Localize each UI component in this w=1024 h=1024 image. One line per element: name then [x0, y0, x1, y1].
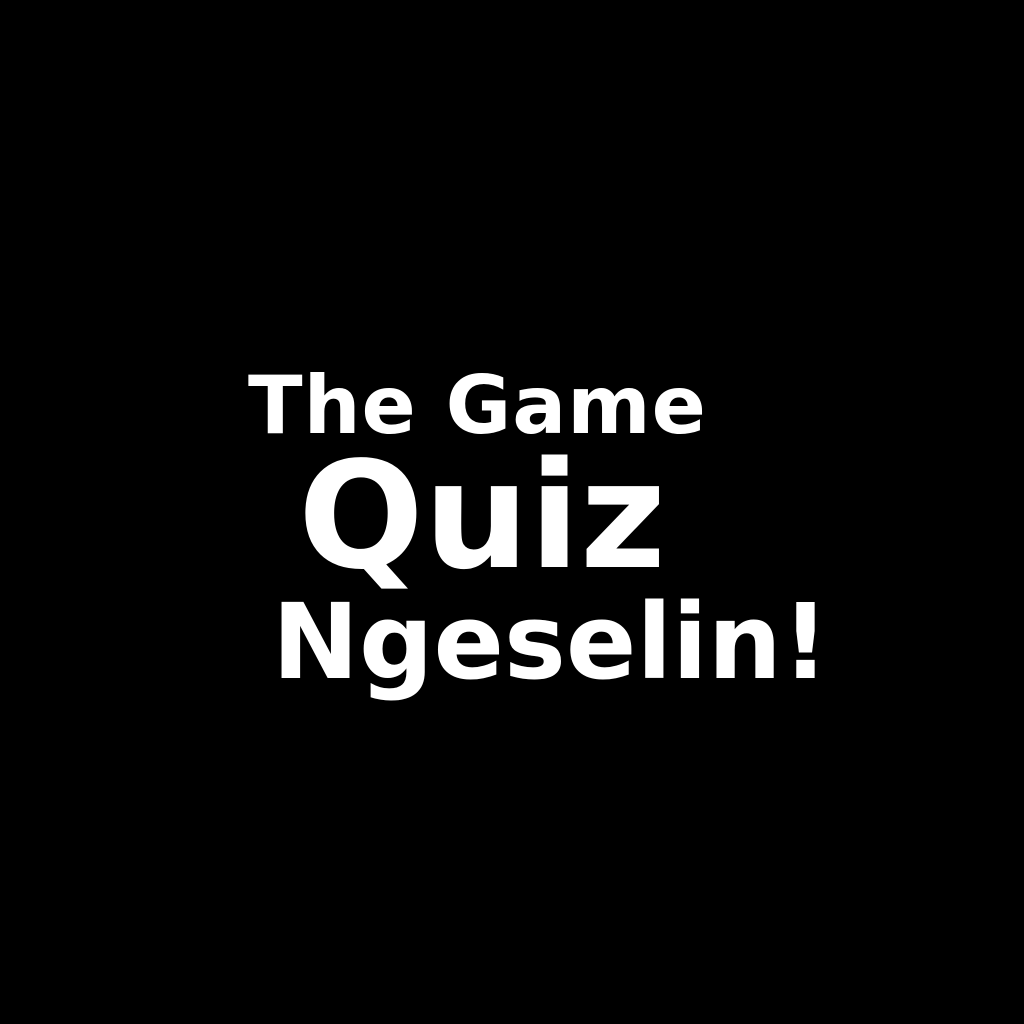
title-line-3: Ngeselin! — [272, 581, 830, 703]
title-line-2: Quiz — [298, 430, 667, 602]
title-card: The Game Quiz Ngeselin! — [0, 0, 1024, 1024]
